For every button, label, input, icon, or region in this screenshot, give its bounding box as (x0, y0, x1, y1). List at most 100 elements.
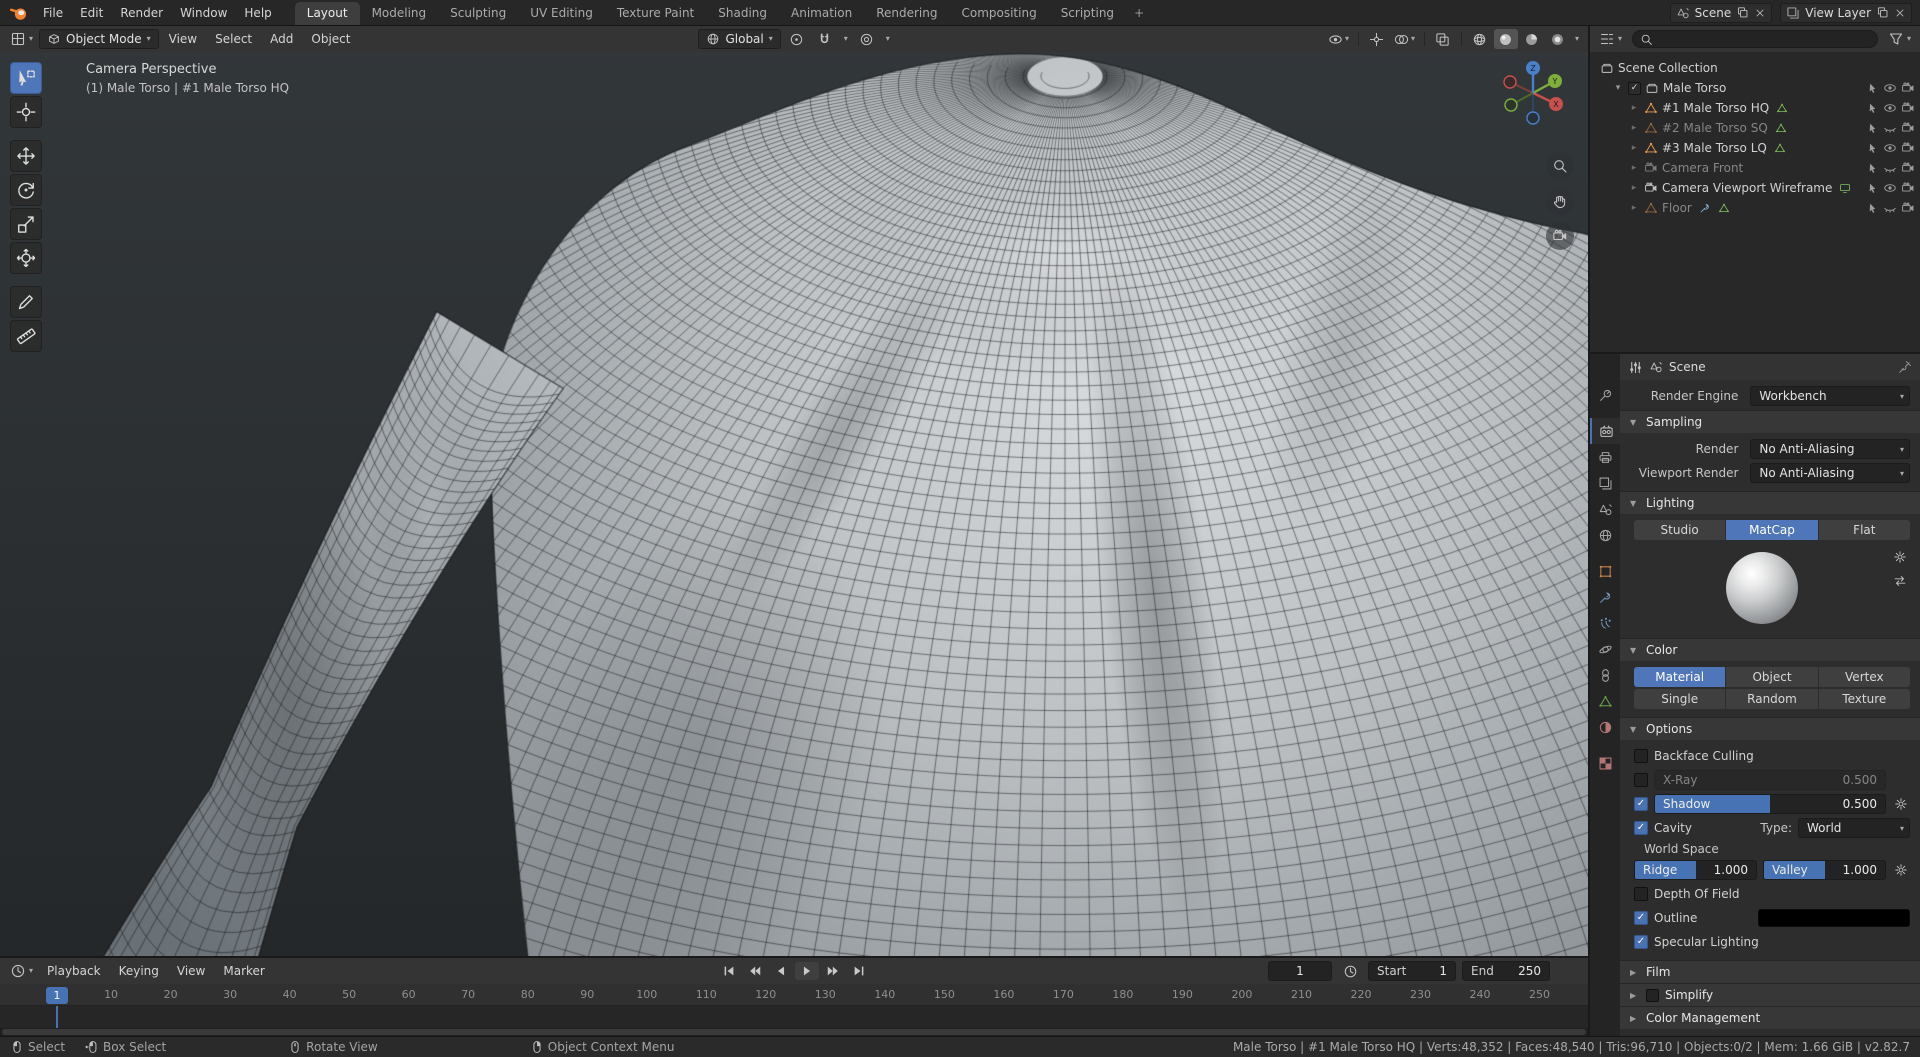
disclosure-triangle-icon[interactable]: ▸ (1628, 163, 1640, 173)
color-material-button[interactable]: Material (1634, 667, 1727, 687)
timeline-track[interactable] (0, 1006, 1588, 1028)
unlink-scene-icon[interactable] (1754, 7, 1766, 19)
shadow-slider[interactable]: Shadow 0.500 (1654, 794, 1886, 814)
color-random-button[interactable]: Random (1726, 689, 1819, 709)
properties-tab-object-data[interactable] (1590, 688, 1620, 714)
panel-header-sampling[interactable]: ▼ Sampling (1620, 410, 1920, 433)
pin-icon[interactable] (1898, 360, 1912, 374)
search-input[interactable] (1657, 32, 1870, 46)
properties-tab-tool[interactable] (1590, 382, 1620, 408)
selectable-icon[interactable] (1866, 122, 1879, 135)
menu-playback[interactable]: Playback (39, 961, 109, 981)
selectable-icon[interactable] (1866, 202, 1879, 215)
jump-to-start-button[interactable] (717, 962, 741, 980)
new-view-layer-icon[interactable] (1876, 6, 1889, 19)
playhead[interactable]: 1 (46, 987, 68, 1004)
properties-tab-render[interactable] (1590, 418, 1620, 444)
disclosure-triangle-icon[interactable]: ▸ (1628, 103, 1640, 113)
render-sampling-dropdown[interactable]: No Anti-Aliasing ▾ (1750, 439, 1910, 459)
hide-viewport-icon[interactable] (1883, 121, 1897, 135)
show-overlays-toggle[interactable]: ▾ (1391, 29, 1418, 49)
measure-tool[interactable] (10, 320, 42, 352)
move-tool[interactable] (10, 140, 42, 172)
menu-timeline-view[interactable]: View (169, 961, 213, 981)
backface-culling-checkbox[interactable] (1634, 749, 1648, 763)
lighting-flat-button[interactable]: Flat (1818, 520, 1910, 540)
depth-of-field-checkbox[interactable] (1634, 887, 1648, 901)
properties-tab-modifiers[interactable] (1590, 584, 1620, 610)
menu-file[interactable]: File (35, 3, 71, 23)
shading-wireframe-button[interactable] (1468, 29, 1492, 49)
xray-checkbox[interactable] (1634, 773, 1648, 787)
jump-to-end-button[interactable] (847, 962, 871, 980)
viewport-3d-canvas[interactable] (0, 52, 1588, 956)
disable-render-icon[interactable] (1901, 101, 1915, 115)
disclosure-triangle-icon[interactable]: ▸ (1628, 123, 1640, 133)
disable-render-icon[interactable] (1901, 81, 1915, 95)
menu-object[interactable]: Object (303, 29, 358, 49)
tab-modeling[interactable]: Modeling (360, 2, 439, 25)
hide-viewport-icon[interactable] (1883, 201, 1897, 215)
color-object-button[interactable]: Object (1726, 667, 1819, 687)
matcap-flip-icon[interactable] (1893, 574, 1907, 588)
proportional-dropdown[interactable]: ▾ (883, 29, 893, 49)
properties-tab-material[interactable] (1590, 714, 1620, 740)
properties-tab-constraints[interactable] (1590, 662, 1620, 688)
outliner-search[interactable] (1632, 30, 1878, 48)
outliner-editor-type-button[interactable]: ▾ (1595, 29, 1626, 49)
current-frame-field[interactable]: 1 (1268, 961, 1332, 981)
outliner-row-scene-collection[interactable]: Scene Collection (1590, 58, 1920, 78)
pan-button[interactable] (1546, 187, 1574, 215)
previous-keyframe-button[interactable] (743, 962, 767, 980)
properties-tab-world[interactable] (1590, 522, 1620, 548)
scale-tool[interactable] (10, 208, 42, 240)
properties-tab-view-layer[interactable] (1590, 470, 1620, 496)
tab-animation[interactable]: Animation (779, 2, 864, 25)
panel-header-film[interactable]: ▶ Film (1620, 960, 1920, 983)
properties-tab-physics[interactable] (1590, 636, 1620, 662)
zoom-button[interactable] (1546, 152, 1574, 180)
remove-view-layer-icon[interactable] (1894, 7, 1906, 19)
menu-marker[interactable]: Marker (215, 961, 272, 981)
play-button[interactable] (795, 962, 819, 980)
xray-slider[interactable]: X-Ray 0.500 (1654, 770, 1886, 790)
color-texture-button[interactable]: Texture (1818, 689, 1910, 709)
tab-rendering[interactable]: Rendering (864, 2, 949, 25)
selectable-icon[interactable] (1866, 82, 1879, 95)
disclosure-triangle-icon[interactable]: ▾ (1612, 83, 1624, 93)
hide-viewport-icon[interactable] (1883, 141, 1897, 155)
blender-logo-icon[interactable] (8, 3, 30, 23)
next-keyframe-button[interactable] (821, 962, 845, 980)
hide-viewport-icon[interactable] (1883, 81, 1897, 95)
timeline-scrollbar[interactable] (0, 1028, 1588, 1036)
disclosure-triangle-icon[interactable]: ▸ (1628, 203, 1640, 213)
shading-solid-button[interactable] (1493, 29, 1518, 49)
pivot-point-button[interactable] (785, 29, 809, 49)
mode-dropdown[interactable]: Object Mode ▾ (39, 29, 159, 49)
hide-viewport-icon[interactable] (1883, 101, 1897, 115)
selectable-icon[interactable] (1866, 182, 1879, 195)
shadow-settings-icon[interactable] (1894, 797, 1908, 811)
lighting-matcap-button[interactable]: MatCap (1726, 520, 1819, 540)
menu-keying[interactable]: Keying (111, 961, 167, 981)
snap-dropdown[interactable]: ▾ (841, 29, 851, 49)
outliner-row-camera-viewport-wireframe[interactable]: ▸ Camera Viewport Wireframe (1590, 178, 1920, 198)
outline-color-swatch[interactable] (1758, 909, 1910, 927)
annotate-tool[interactable] (10, 286, 42, 318)
timeline-editor-type-button[interactable]: ▾ (6, 961, 37, 981)
orientation-dropdown[interactable]: Global ▾ (698, 29, 781, 49)
snap-toggle[interactable] (813, 29, 837, 49)
tab-compositing[interactable]: Compositing (949, 2, 1048, 25)
specular-lighting-checkbox[interactable]: ✓ (1634, 935, 1648, 949)
menu-select[interactable]: Select (207, 29, 260, 49)
navigation-gizmo[interactable]: X Y Z (1496, 56, 1570, 133)
properties-editor-icon[interactable] (1628, 360, 1643, 375)
start-frame-field[interactable]: Start 1 (1368, 961, 1456, 981)
transform-tool[interactable] (10, 242, 42, 274)
outliner-row-male-torso-hq[interactable]: ▸ #1 Male Torso HQ (1590, 98, 1920, 118)
outliner-row-camera-front[interactable]: ▸ Camera Front (1590, 158, 1920, 178)
selectable-icon[interactable] (1866, 142, 1879, 155)
panel-header-options[interactable]: ▼ Options (1620, 717, 1920, 740)
menu-view[interactable]: View (161, 29, 205, 49)
shadow-checkbox[interactable]: ✓ (1634, 797, 1648, 811)
